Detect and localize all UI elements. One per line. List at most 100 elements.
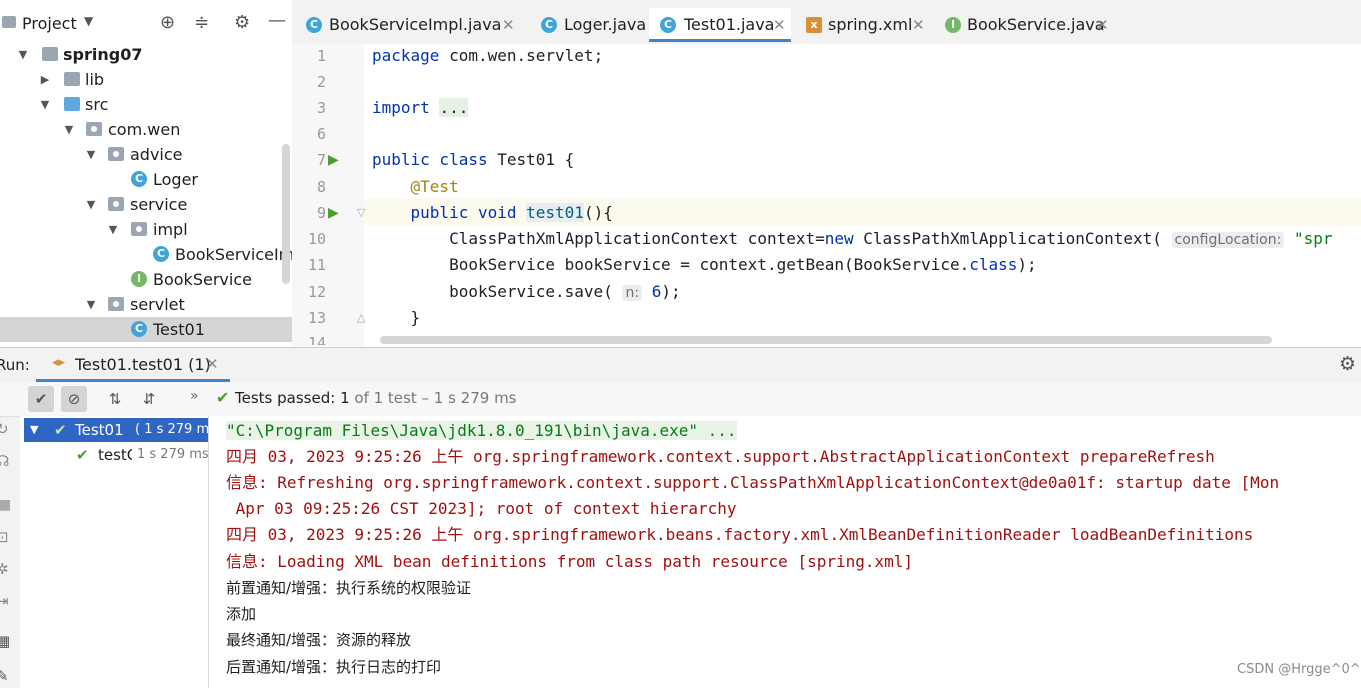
chevron-down-icon[interactable]: ▼ [62, 117, 76, 142]
tab-bookservice[interactable]: I BookService.java ✕ [942, 8, 1117, 42]
sort-duration-icon[interactable]: ⇵ [136, 386, 162, 412]
minimize-icon[interactable]: — [268, 10, 286, 31]
close-icon[interactable]: ✕ [502, 8, 515, 42]
test-node-test01-method[interactable]: ✔ testC 1 s 279 ms [24, 443, 208, 467]
more-icon[interactable]: » [190, 388, 199, 404]
locate-icon[interactable]: ⊕ [160, 12, 175, 33]
chevron-down-icon[interactable]: ▼ [84, 142, 98, 167]
tests-status: Tests passed: 1 of 1 test – 1 s 279 ms [235, 389, 517, 407]
tab-label: BookServiceImpl.java [329, 15, 502, 34]
code-token: "spr [1293, 229, 1333, 248]
test-node-test01[interactable]: ▼ ✔ Test01 ( 1 s 279 ms [24, 418, 208, 442]
tree-item-impl[interactable]: ▼ impl [0, 217, 292, 242]
test-results-tree: ▼ ✔ Test01 ( 1 s 279 ms ✔ testC 1 s 279 … [20, 416, 209, 688]
xml-icon: x [806, 17, 822, 33]
fold-marker-icon[interactable]: ▽ [357, 206, 365, 219]
console-line: 四月 03, 2023 9:25:26 上午 org.springframewo… [226, 525, 1254, 544]
tree-scrollbar[interactable] [282, 144, 290, 284]
tree-item-label: advice [130, 145, 183, 164]
code-token: 6 [651, 282, 662, 301]
show-passed-icon[interactable]: ✔ [28, 386, 54, 412]
tree-item-loger[interactable]: C Loger [0, 167, 292, 192]
layout-icon[interactable]: ▦ [0, 632, 10, 650]
rerun-failed-icon[interactable]: ↻ [0, 420, 9, 438]
test-run-icon: ◂▸ [52, 355, 66, 370]
tab-test01[interactable]: C Test01.java ✕ [649, 8, 791, 42]
tree-item-label: service [130, 195, 188, 214]
console-line: 后置通知/增强：执行日志的打印 [226, 658, 442, 676]
folded-imports[interactable]: ... [439, 98, 469, 117]
close-icon[interactable]: ✕ [1096, 8, 1109, 42]
import-icon[interactable]: ⇥ [0, 592, 9, 610]
chevron-down-icon[interactable]: ▼ [38, 92, 52, 117]
tree-item-servlet[interactable]: ▼ servlet [0, 292, 292, 317]
chevron-down-icon[interactable]: ▼ [84, 292, 98, 317]
tree-item-test01[interactable]: C Test01 [0, 317, 292, 342]
test-class-icon: C [131, 321, 147, 337]
tree-item-label: Test01 [153, 320, 205, 339]
tree-item-label: src [85, 95, 109, 114]
code-token: (){ [583, 203, 613, 222]
test-node-label: testC [98, 446, 132, 464]
tree-item-service[interactable]: ▼ service [0, 192, 292, 217]
stop-icon[interactable]: ■ [0, 497, 11, 513]
chevron-right-icon[interactable]: ▶ [38, 67, 52, 92]
code-token: ); [1017, 255, 1037, 274]
debug-icon[interactable]: ☊ [0, 452, 9, 470]
chevron-down-icon[interactable]: ▼ [84, 192, 98, 217]
run-tab-label: Test01.test01 (1) [75, 355, 211, 374]
project-title[interactable]: Project [22, 14, 77, 33]
test-class-icon: C [660, 17, 676, 33]
status-prefix: Tests passed: [235, 389, 336, 407]
line-number: 14 [307, 334, 326, 345]
tree-item-bookservice[interactable]: I BookService [0, 267, 292, 292]
run-panel-header: Run: ◂▸ Test01.test01 (1) ✕ ⚙ [0, 347, 1361, 383]
line-number: 11 [307, 256, 326, 274]
tree-item-lib[interactable]: ▶ lib [0, 67, 292, 92]
close-icon[interactable]: ✕ [206, 355, 219, 373]
run-tab-test01[interactable]: ◂▸ Test01.test01 (1) ✕ [36, 348, 230, 382]
collapse-all-icon[interactable]: ≑ [194, 12, 209, 33]
tree-item-spring07[interactable]: ▼ spring07 [0, 44, 292, 67]
class-icon: C [153, 246, 169, 262]
tree-item-src[interactable]: ▼ src [0, 92, 292, 117]
tab-loger[interactable]: C Loger.java [537, 8, 646, 42]
line-number: 6 [316, 125, 326, 143]
tree-item-label: lib [85, 70, 105, 89]
close-icon[interactable]: ✕ [912, 8, 925, 42]
gear-icon[interactable]: ⚙ [1339, 353, 1356, 375]
parameter-hint: configLocation: [1171, 232, 1285, 248]
console-command: "C:\Program Files\Java\jdk1.8.0_191\bin\… [226, 421, 737, 440]
fold-marker-icon[interactable]: △ [357, 311, 365, 324]
pin-icon[interactable]: ✎ [0, 667, 9, 685]
tree-item-com-wen[interactable]: ▼ com.wen [0, 117, 292, 142]
console-line: 前置通知/增强：执行系统的权限验证 [226, 579, 472, 597]
interface-icon: I [131, 271, 147, 287]
tab-spring-xml[interactable]: x spring.xml ✕ [802, 8, 932, 42]
package-icon [108, 197, 124, 211]
package-icon [86, 122, 102, 136]
code-token: @Test [410, 177, 459, 196]
code-line-10: ClassPathXmlApplicationContext context=n… [372, 229, 1333, 250]
console-line: 信息: Refreshing org.springframework.conte… [226, 473, 1280, 492]
camera-icon[interactable]: ⊡ [0, 528, 9, 546]
chevron-down-icon[interactable]: ▼ [106, 217, 120, 242]
chevron-down-icon[interactable]: ▼ [30, 418, 38, 442]
close-icon[interactable]: ✕ [773, 8, 786, 42]
chevron-down-icon[interactable]: ▼ [16, 44, 30, 67]
code-line-9: public void test01(){ [372, 203, 613, 223]
settings-icon[interactable]: ✲ [0, 560, 9, 578]
run-test-gutter-icon[interactable]: ▶ [328, 205, 339, 221]
show-ignored-icon[interactable]: ⊘ [61, 386, 87, 412]
run-test-gutter-icon[interactable]: ▶ [328, 152, 339, 168]
sort-alpha-icon[interactable]: ⇅ [102, 386, 128, 412]
tree-item-bookserviceimpl[interactable]: C BookServiceImp [0, 242, 292, 267]
check-icon: ✔ [76, 446, 89, 464]
tab-bookserviceimpl[interactable]: C BookServiceImpl.java ✕ [302, 8, 534, 42]
editor-hscrollbar[interactable] [380, 336, 1272, 344]
tree-item-advice[interactable]: ▼ advice [0, 142, 292, 167]
code-line-11: BookService bookService = context.getBea… [372, 255, 1037, 275]
status-rest: of 1 test – 1 s 279 ms [354, 389, 517, 407]
chevron-down-icon[interactable]: ▼ [84, 14, 93, 28]
gear-icon[interactable]: ⚙ [234, 12, 250, 33]
